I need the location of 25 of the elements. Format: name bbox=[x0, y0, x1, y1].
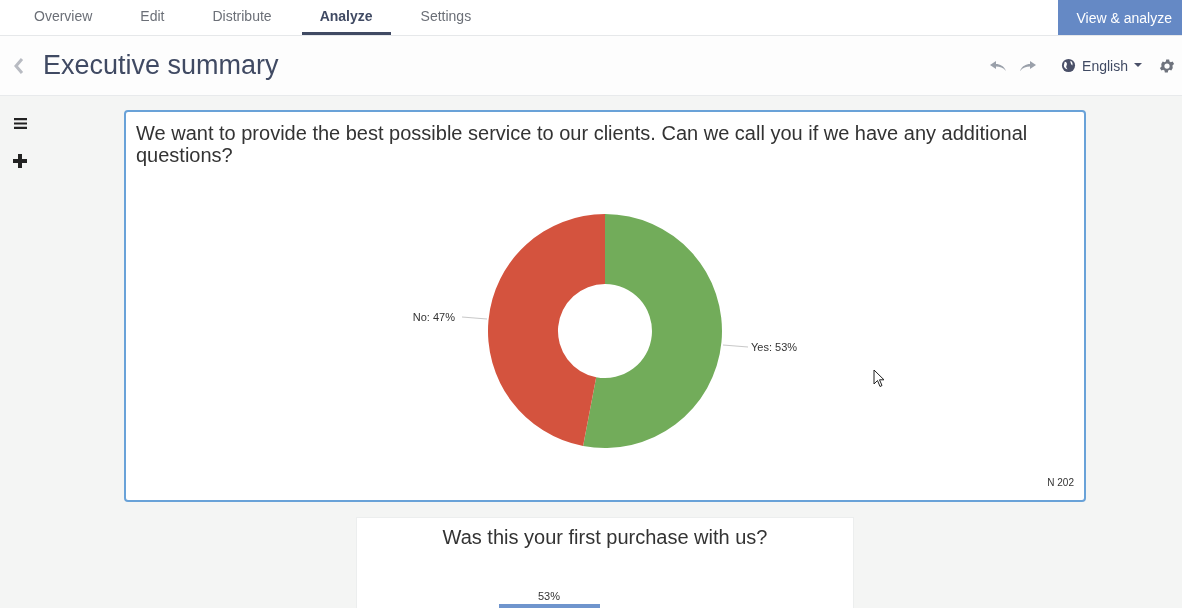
bar-value-label: 53% bbox=[538, 590, 560, 602]
globe-icon bbox=[1061, 58, 1077, 73]
leader-line bbox=[461, 316, 488, 320]
chart-card[interactable]: Was this your first purchase with us? 53% bbox=[356, 517, 854, 608]
undo-icon[interactable] bbox=[989, 59, 1008, 72]
redo-icon[interactable] bbox=[1019, 59, 1038, 72]
view-analyze-button[interactable]: View & analyze bbox=[1057, 0, 1182, 35]
slice-label: No: 47% bbox=[412, 311, 455, 323]
add-icon[interactable] bbox=[13, 154, 27, 168]
leader-line bbox=[722, 344, 749, 348]
tab[interactable]: Overview bbox=[16, 0, 111, 35]
question-title: Was this your first purchase with us? bbox=[441, 526, 769, 548]
question-title: We want to provide the best possible service to our clients. Can we call you if we have any additional questions? bbox=[136, 122, 1029, 166]
menu-icon[interactable] bbox=[13, 117, 27, 130]
tab[interactable]: Distribute bbox=[194, 0, 290, 35]
language-dropdown[interactable]: English bbox=[1061, 57, 1142, 74]
response-count: N 202 bbox=[1047, 477, 1074, 488]
caret-icon bbox=[1134, 63, 1142, 68]
page-title: Executive summary bbox=[43, 50, 279, 81]
tab[interactable]: Settings bbox=[402, 0, 490, 35]
mouse-pointer-icon bbox=[873, 369, 885, 388]
tab[interactable]: Edit bbox=[122, 0, 183, 35]
slice-label: Yes: 53% bbox=[751, 341, 798, 353]
settings-icon[interactable] bbox=[1158, 56, 1176, 75]
chart-card[interactable]: We want to provide the best possible service to our clients. Can we call you if we have any additional questions? Yes: 53% No: 47% N 202 bbox=[124, 110, 1086, 502]
